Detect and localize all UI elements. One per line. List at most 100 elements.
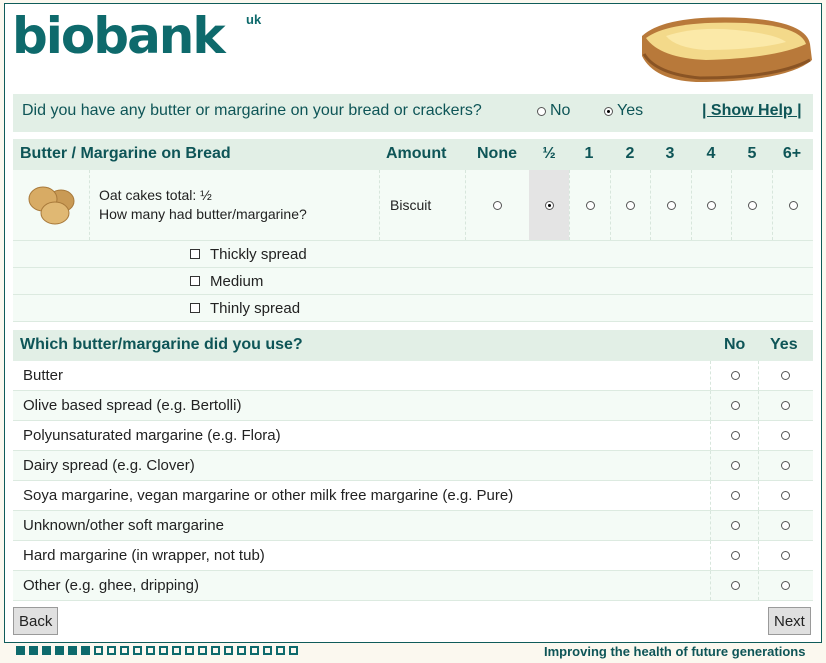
radio-dairy-no[interactable] (731, 461, 740, 470)
progress-indicator (16, 646, 298, 655)
butter-row-butter: Butter (13, 361, 813, 391)
progress-step (68, 646, 77, 655)
radio-unknown-no[interactable] (731, 521, 740, 530)
quantity-half-cell[interactable] (529, 170, 569, 240)
progress-step (211, 646, 220, 655)
col-header-2: 2 (625, 145, 635, 162)
thinly-spread-label: Thinly spread (210, 300, 301, 317)
radio-butter-no[interactable] (731, 371, 740, 380)
radio-dairy-yes[interactable] (781, 461, 790, 470)
show-help-link[interactable]: | Show Help | (702, 102, 802, 120)
butter-row-label: Unknown/other soft margarine (23, 517, 224, 534)
medium-spread-checkbox[interactable] (190, 276, 200, 286)
butter-row-label: Soya margarine, vegan margarine or other… (23, 487, 514, 504)
butter-row-dairy: Dairy spread (e.g. Clover) (13, 451, 813, 481)
thickly-spread-checkbox[interactable] (190, 249, 200, 259)
butter-row-other: Other (e.g. ghee, dripping) (13, 571, 813, 601)
radio-quantity-6plus[interactable] (788, 200, 798, 210)
quantity-4-cell[interactable] (691, 170, 731, 240)
question-text: Did you have any butter or margarine on … (22, 102, 482, 119)
radio-quantity-5[interactable] (747, 200, 757, 210)
radio-no[interactable] (537, 106, 546, 116)
col-header-4: 4 (706, 145, 716, 162)
progress-step (29, 646, 38, 655)
spread-option-thick[interactable]: Thickly spread (13, 241, 813, 268)
radio-olive-yes[interactable] (781, 401, 790, 410)
radio-quantity-4[interactable] (706, 200, 716, 210)
quantity-5-cell[interactable] (732, 170, 772, 240)
progress-step (107, 646, 116, 655)
radio-other-yes[interactable] (781, 581, 790, 590)
progress-step (276, 646, 285, 655)
amount-value: Biscuit (390, 197, 432, 213)
radio-olive-no[interactable] (731, 401, 740, 410)
radio-other-no[interactable] (731, 581, 740, 590)
butter-type-question: Which butter/margarine did you use? (20, 336, 303, 353)
buttered-toast-image (642, 17, 812, 83)
progress-step (172, 646, 181, 655)
col-header-1: 1 (584, 145, 594, 162)
col-header-5: 5 (747, 145, 757, 162)
progress-step (224, 646, 233, 655)
option-yes[interactable]: Yes (604, 102, 643, 120)
radio-soya-no[interactable] (731, 491, 740, 500)
progress-step (289, 646, 298, 655)
medium-spread-label: Medium (210, 273, 264, 290)
progress-step (81, 646, 90, 655)
col-header-none: None (477, 145, 517, 162)
quantity-1-cell[interactable] (570, 170, 610, 240)
quantity-6plus-cell[interactable] (773, 170, 813, 240)
progress-step (198, 646, 207, 655)
progress-step (120, 646, 129, 655)
butter-row-label: Olive based spread (e.g. Bertolli) (23, 397, 242, 414)
progress-step (42, 646, 51, 655)
option-no[interactable]: No (537, 102, 570, 120)
progress-step (263, 646, 272, 655)
food-total-text: Oat cakes total: ½ (99, 187, 212, 203)
spread-option-medium[interactable]: Medium (13, 268, 813, 295)
radio-hard-no[interactable] (731, 551, 740, 560)
col-header-yes: Yes (770, 336, 798, 353)
thinly-spread-checkbox[interactable] (190, 303, 200, 313)
butter-type-header: Which butter/margarine did you use? No Y… (13, 330, 813, 361)
radio-quantity-1[interactable] (585, 200, 595, 210)
progress-step (133, 646, 142, 655)
progress-step (185, 646, 194, 655)
logo-suffix: uk (246, 12, 262, 27)
col-header-half: ½ (542, 145, 556, 162)
radio-quantity-half[interactable] (544, 200, 554, 210)
next-button[interactable]: Next (768, 607, 811, 635)
radio-quantity-2[interactable] (625, 200, 635, 210)
biobank-logo: biobank (12, 6, 226, 66)
radio-yes[interactable] (604, 106, 613, 116)
progress-step (250, 646, 259, 655)
radio-hard-yes[interactable] (781, 551, 790, 560)
butter-row-polyunsaturated: Polyunsaturated margarine (e.g. Flora) (13, 421, 813, 451)
bread-table-header: Butter / Margarine on Bread Amount None … (13, 139, 813, 170)
option-yes-label: Yes (617, 102, 644, 119)
progress-step (16, 646, 25, 655)
quantity-3-cell[interactable] (651, 170, 691, 240)
radio-quantity-3[interactable] (666, 200, 676, 210)
radio-butter-yes[interactable] (781, 371, 790, 380)
butter-row-unknown: Unknown/other soft margarine (13, 511, 813, 541)
back-button[interactable]: Back (13, 607, 59, 635)
progress-step (146, 646, 155, 655)
butter-row-label: Butter (23, 367, 64, 384)
radio-unknown-yes[interactable] (781, 521, 790, 530)
progress-step (94, 646, 103, 655)
radio-polyunsaturated-no[interactable] (731, 431, 740, 440)
col-header-6plus: 6+ (782, 145, 802, 162)
radio-soya-yes[interactable] (781, 491, 790, 500)
spread-option-thin[interactable]: Thinly spread (13, 295, 813, 322)
question-bar: Did you have any butter or margarine on … (13, 94, 813, 132)
butter-row-label: Polyunsaturated margarine (e.g. Flora) (23, 427, 281, 444)
progress-step (55, 646, 64, 655)
butter-row-hard: Hard margarine (in wrapper, not tub) (13, 541, 813, 571)
food-description: Oat cakes total: ½ How many had butter/m… (99, 186, 307, 224)
option-no-label: No (550, 102, 571, 119)
radio-polyunsaturated-yes[interactable] (781, 431, 790, 440)
quantity-none-cell[interactable] (477, 170, 517, 240)
radio-quantity-none[interactable] (492, 200, 502, 210)
quantity-2-cell[interactable] (610, 170, 650, 240)
